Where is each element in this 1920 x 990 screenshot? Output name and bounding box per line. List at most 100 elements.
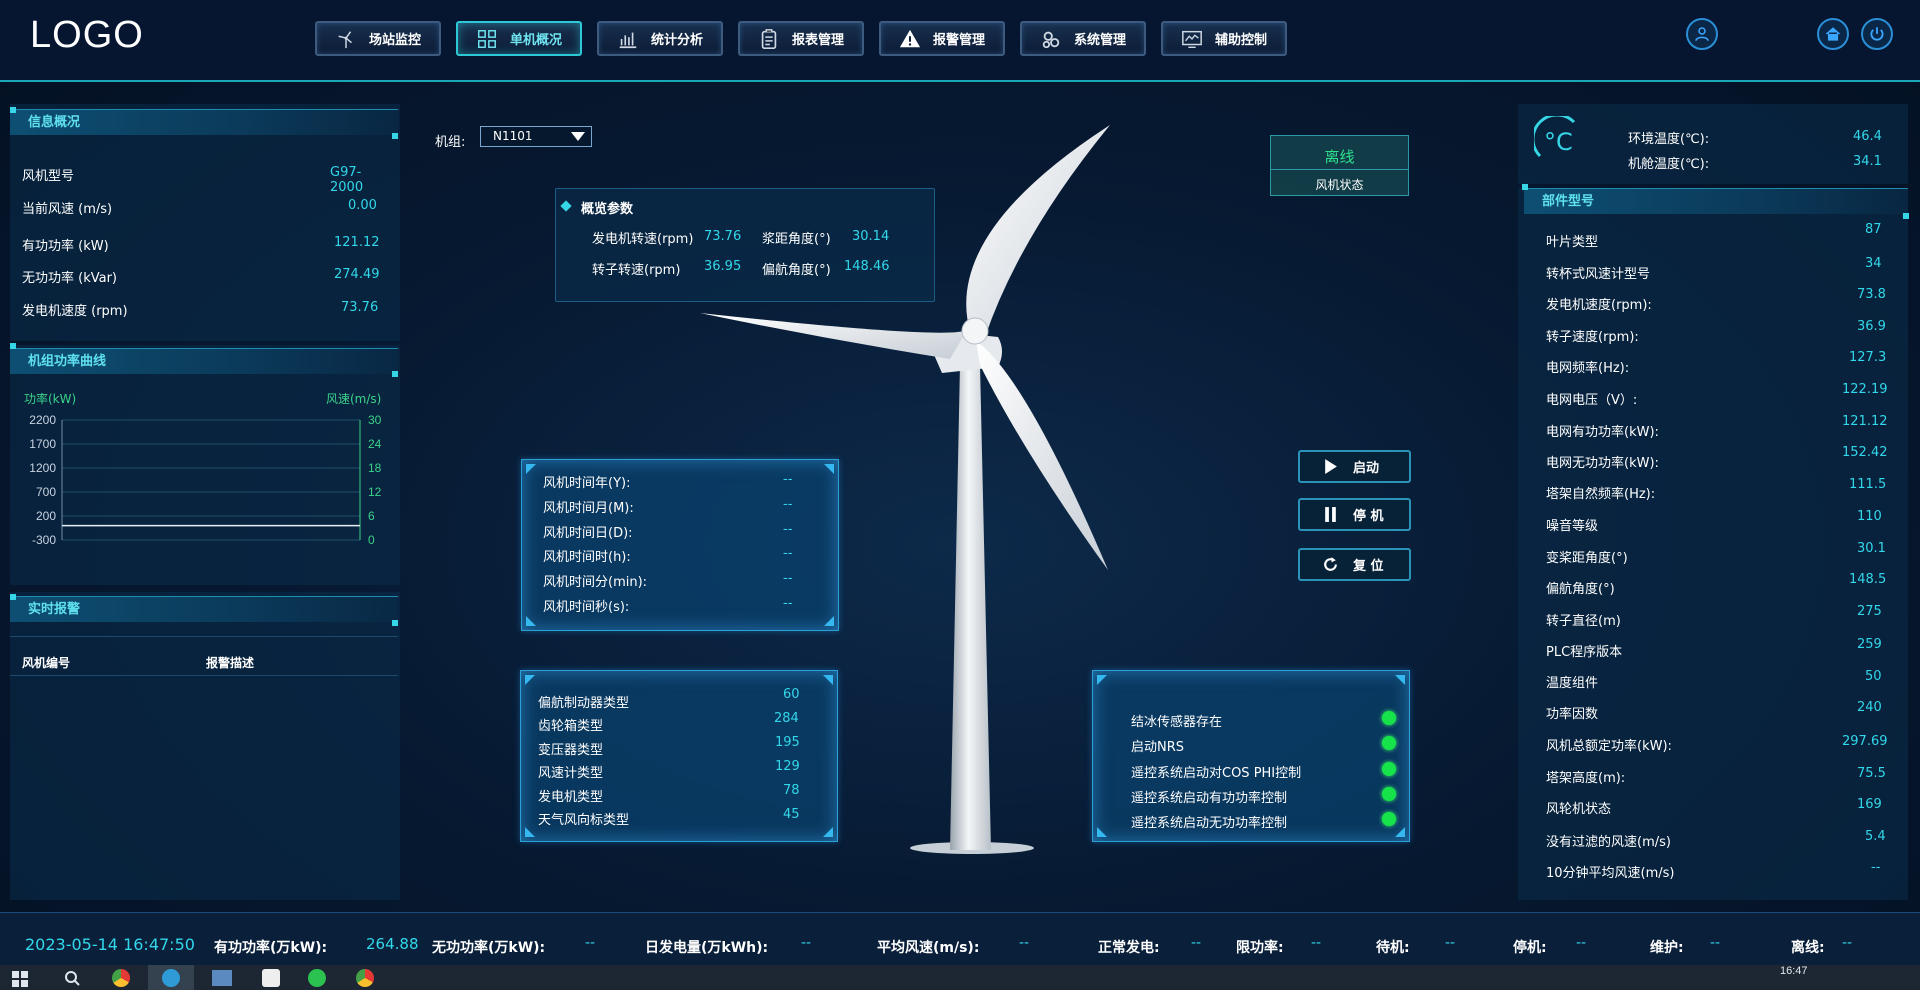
part-row: 电网无功功率(kW): 152.42 (1546, 445, 1888, 471)
indicator-label: 遥控系统启动有功功率控制 (1131, 791, 1288, 806)
time-label: 风机时间日(D): (543, 526, 633, 541)
y2-tick-label: 0 (368, 533, 375, 547)
home-icon[interactable] (1817, 18, 1849, 50)
wechat-icon[interactable] (308, 969, 326, 987)
part-row: 电网频率(Hz): 127.3 (1546, 350, 1886, 376)
y2-tick-label: 6 (368, 509, 375, 523)
user-icon[interactable] (1686, 18, 1718, 50)
y2-tick-label: 24 (368, 437, 382, 451)
nav-reports[interactable]: 报表管理 (738, 21, 864, 56)
env-temp-value: 46.4 (1853, 129, 1882, 144)
corner-mark (1097, 675, 1107, 685)
type-label: 发电机类型 (538, 790, 604, 805)
part-label: 功率因数 (1546, 707, 1599, 722)
info-value: 274.49 (334, 267, 380, 282)
type-value: 78 (783, 783, 800, 798)
stop-button[interactable]: 停 机 (1298, 498, 1411, 531)
nav-system[interactable]: 系统管理 (1020, 21, 1146, 56)
info-label: 发电机速度 (rpm) (22, 304, 128, 319)
y-tick-label: 700 (36, 485, 56, 499)
y-tick-label: 1700 (29, 437, 56, 451)
corner-dot (1522, 184, 1528, 190)
explorer-icon[interactable] (212, 970, 232, 986)
time-value: -- (783, 596, 793, 611)
chrome-icon[interactable] (112, 969, 130, 987)
reset-button[interactable]: 复 位 (1298, 548, 1411, 581)
windows-start-icon[interactable] (12, 971, 28, 987)
footer-label: 停机: (1513, 940, 1547, 956)
unit-select-value: N1101 (493, 129, 533, 143)
nav-single-overview[interactable]: 单机概况 (456, 21, 582, 56)
taskbar-clock[interactable]: 16:47 (1780, 965, 1808, 977)
alarm-table-header: 风机编号 报警描述 (10, 636, 398, 676)
part-value: 30.1 (1857, 541, 1886, 556)
status-led (1382, 711, 1396, 725)
info-label: 有功功率 (kW) (22, 239, 109, 254)
env-temp-label: 环境温度(℃): (1628, 132, 1710, 147)
unit-select-label: 机组: (435, 135, 466, 150)
part-label: 发电机速度(rpm): (1546, 298, 1652, 313)
part-row: 10分钟平均风速(m/s) -- (1546, 860, 1886, 881)
search-icon[interactable] (64, 970, 80, 986)
footer-label: 限功率: (1236, 940, 1284, 956)
part-label: 偏航角度(°) (1546, 582, 1615, 597)
power-icon[interactable] (1861, 18, 1893, 50)
nav-aux-control[interactable]: 辅助控制 (1161, 21, 1287, 56)
footer-label: 待机: (1376, 940, 1410, 956)
info-row: 无功功率 (kVar) 274.49 (22, 267, 380, 286)
footer-label: 日发电量(万kWh): (645, 940, 769, 956)
unit-select[interactable]: N1101 (480, 126, 592, 147)
chrome-icon[interactable] (356, 969, 374, 987)
turbine-time-box: 风机时间年(Y): -- 风机时间月(M): -- 风机时间日(D): -- 风… (521, 459, 839, 631)
footer-datetime: 2023-05-14 16:47:50 (25, 935, 195, 954)
corner-dot (392, 371, 398, 377)
part-row: 偏航角度(°) 148.5 (1546, 572, 1886, 597)
indicator-box: 结冰传感器存在 启动NRS 遥控系统启动对COS PHI控制 遥控系统启动有功功… (1092, 670, 1410, 842)
y-tick-label: 1200 (29, 461, 56, 475)
os-taskbar: 16:47 (0, 965, 1920, 990)
corner-dot (1903, 213, 1909, 219)
part-value: -- (1871, 860, 1881, 875)
indicator-label: 遥控系统启动对COS PHI控制 (1131, 766, 1302, 781)
part-label: 电网有功功率(kW): (1546, 425, 1659, 440)
nav-alarms[interactable]: 报警管理 (879, 21, 1005, 56)
start-button[interactable]: 启动 (1298, 450, 1411, 483)
corner-mark (823, 827, 833, 837)
type-label: 齿轮箱类型 (538, 719, 604, 734)
type-value: 195 (775, 735, 800, 750)
nav-station-monitor[interactable]: 场站监控 (315, 21, 441, 56)
alarm-panel-title: 实时报警 (10, 596, 398, 622)
part-label: 转子直径(m) (1546, 614, 1621, 629)
footer-value: -- (585, 935, 596, 951)
part-row: 噪音等级 110 (1546, 509, 1886, 534)
info-row: 风机型号 G97-2000 (22, 165, 374, 195)
part-label: 电网无功功率(kW): (1546, 456, 1659, 471)
time-value: -- (783, 472, 793, 487)
corner-mark (1395, 827, 1405, 837)
part-value: 275 (1857, 604, 1882, 619)
status-led (1382, 787, 1396, 801)
part-label: 风轮机状态 (1546, 802, 1612, 817)
corner-mark (526, 616, 536, 626)
time-value: -- (783, 546, 793, 561)
part-label: 电网频率(Hz): (1546, 361, 1630, 376)
part-row: 电网有功功率(kW): 121.12 (1546, 414, 1888, 440)
nav-label: 统计分析 (650, 33, 703, 48)
status-label: 风机状态 (1315, 178, 1364, 192)
info-row: 发电机速度 (rpm) 73.76 (22, 300, 378, 319)
wind-turbine-icon (338, 30, 352, 48)
footer-label: 离线: (1791, 940, 1825, 956)
nav-statistics[interactable]: 统计分析 (597, 21, 723, 56)
edge-icon[interactable] (162, 969, 180, 987)
refresh-icon (1324, 557, 1337, 571)
play-icon (1325, 459, 1337, 474)
time-value: -- (783, 571, 793, 586)
info-label: 无功功率 (kVar) (22, 271, 117, 286)
part-row: 塔架自然频率(Hz): 111.5 (1546, 477, 1886, 502)
footer-value: -- (801, 935, 812, 951)
nav-label: 单机概况 (509, 33, 562, 48)
alarm-col-desc: 报警描述 (206, 656, 255, 670)
time-label: 风机时间月(M): (543, 501, 634, 516)
footer-label: 维护: (1650, 940, 1684, 956)
app-icon[interactable] (262, 969, 280, 987)
